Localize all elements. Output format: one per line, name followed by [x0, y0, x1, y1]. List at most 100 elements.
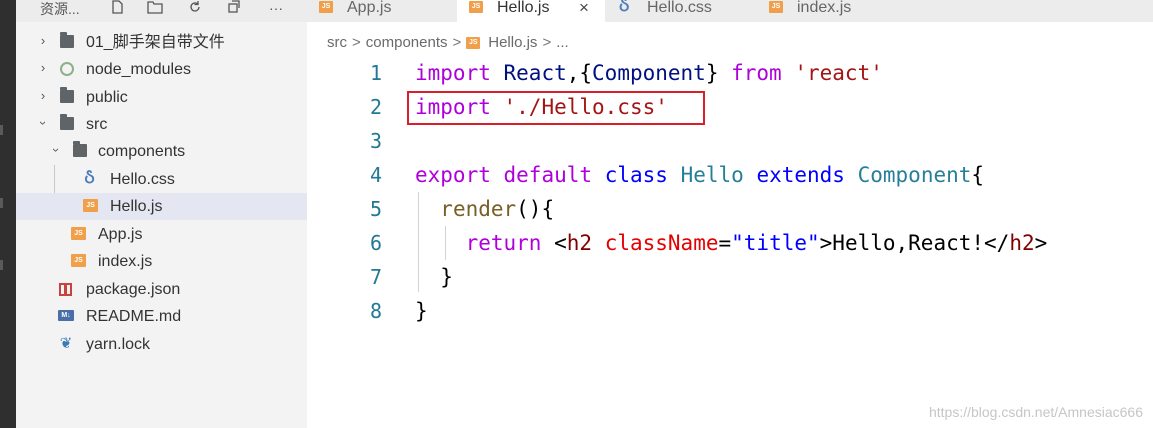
tab-label: App.js [347, 0, 392, 16]
code-token: (){ [516, 197, 555, 221]
tree-item-label: package.json [86, 281, 181, 298]
activity-indicator [0, 260, 3, 270]
code-token: < [541, 231, 567, 255]
new-file-icon[interactable] [108, 0, 126, 18]
code-token: return [465, 231, 542, 255]
breadcrumb-item[interactable]: ... [556, 33, 569, 53]
watermark: https://blog.csdn.net/Amnesiac666 [928, 404, 1143, 420]
code-token: { [971, 163, 985, 187]
tree-item-src[interactable]: › src [16, 111, 307, 138]
code-token: import [415, 95, 491, 119]
code-token: default [503, 163, 593, 187]
tab-index-js[interactable]: JS index.js [755, 0, 905, 22]
breadcrumb-separator: > [542, 34, 552, 52]
folder-icon [60, 87, 74, 103]
refresh-icon[interactable] [186, 0, 204, 18]
code-token: Hello [680, 163, 744, 187]
tree-item-hello-js[interactable]: JS Hello.js [16, 193, 307, 220]
code-token: > [1034, 231, 1048, 255]
code-token: extends [756, 163, 845, 187]
code-text: render(){ [415, 192, 554, 226]
code-text: } [415, 260, 453, 294]
code-text: import './Hello.css' [415, 90, 668, 124]
code-token: './Hello.css' [503, 95, 668, 119]
code-line[interactable]: 1 import React,{Component} from 'react' [307, 56, 1153, 90]
tree-item-label: Hello.css [110, 171, 175, 188]
explorer-header: 资源... ··· [16, 0, 307, 22]
code-line[interactable]: 3 [307, 124, 1153, 158]
chevron-right-icon: › [40, 60, 46, 75]
js-file-icon: JS [469, 1, 483, 13]
tree-item-app-js[interactable]: JS App.js [16, 221, 307, 248]
chevron-down-icon: › [49, 147, 64, 153]
activity-bar [0, 0, 16, 428]
tree-item-index-js[interactable]: JS index.js [16, 248, 307, 275]
code-token: Component [592, 61, 706, 85]
chevron-down-icon: › [36, 120, 51, 126]
code-text: export default class Hello extends Compo… [415, 158, 984, 192]
activity-indicator [0, 125, 3, 135]
code-token: "title" [731, 231, 820, 255]
tree-item-yarn-lock[interactable]: ❦ yarn.lock [16, 331, 307, 358]
tree-item-node-modules[interactable]: › node_modules [16, 56, 307, 83]
breadcrumb-separator: > [352, 34, 361, 52]
code-line[interactable]: 2 import './Hello.css' [307, 90, 1153, 124]
code-token: React [503, 61, 567, 85]
activity-indicator [0, 198, 3, 208]
breadcrumb-item[interactable]: components [366, 33, 448, 53]
nodejs-folder-icon [60, 62, 74, 76]
tab-label: Hello.js [497, 0, 550, 16]
tree-item-hello-css[interactable]: Ⴢ Hello.css [16, 166, 307, 193]
new-folder-icon[interactable] [146, 0, 164, 18]
tree-item-public[interactable]: › public [16, 84, 307, 111]
code-text: return <h2 className="title">Hello,React… [415, 226, 1048, 260]
code-line[interactable]: 5 render(){ [307, 192, 1153, 226]
explorer-title: 资源... [40, 1, 80, 17]
code-token: } [415, 299, 428, 323]
explorer-panel: 资源... ··· › 01_脚手架自带文件 › node_modules › … [16, 0, 307, 428]
tree-item-label: src [86, 116, 108, 133]
code-line[interactable]: 4 export default class Hello extends Comp… [307, 158, 1153, 192]
js-file-icon: JS [71, 227, 86, 240]
code-line[interactable]: 7 } [307, 260, 1153, 294]
close-icon[interactable]: × [579, 0, 589, 18]
collapse-all-icon[interactable] [225, 0, 243, 18]
yarn-icon: ❦ [59, 335, 73, 352]
markdown-file-icon: M↓ [58, 310, 74, 321]
breadcrumb-item[interactable]: Hello.js [488, 33, 537, 53]
more-icon[interactable]: ··· [264, 0, 288, 18]
tab-hello-js[interactable]: JS Hello.js × [457, 0, 605, 22]
code-token: 'react' [794, 61, 883, 85]
folder-icon [60, 32, 74, 48]
code-token: } [705, 61, 732, 85]
code-token: >Hello,React!</ [819, 231, 1010, 255]
code-token: h2 [566, 231, 593, 255]
line-number: 1 [369, 61, 382, 85]
tree-item-readme[interactable]: M↓ README.md [16, 303, 307, 330]
line-number: 7 [369, 265, 382, 289]
js-file-icon: JS [83, 199, 98, 212]
tree-item-package-json[interactable]: package.json [16, 276, 307, 303]
chevron-right-icon: › [40, 88, 46, 103]
code-token: className [604, 231, 719, 255]
tree-item-components[interactable]: › components [16, 138, 307, 165]
code-line[interactable]: 6 return <h2 className="title">Hello,Rea… [307, 226, 1153, 260]
tree-item-folder[interactable]: › 01_脚手架自带文件 [16, 29, 307, 56]
breadcrumb-item[interactable]: src [327, 33, 347, 53]
code-line[interactable]: 8} [307, 294, 1153, 328]
tree-item-label: public [86, 89, 128, 106]
code-token: h2 [1009, 231, 1035, 255]
code-token: = [718, 231, 732, 255]
tab-hello-css[interactable]: Ⴢ Hello.css [605, 0, 755, 22]
tab-app-js[interactable]: JS App.js [307, 0, 457, 22]
tree-item-label: index.js [98, 253, 153, 270]
line-number: 8 [369, 299, 382, 323]
